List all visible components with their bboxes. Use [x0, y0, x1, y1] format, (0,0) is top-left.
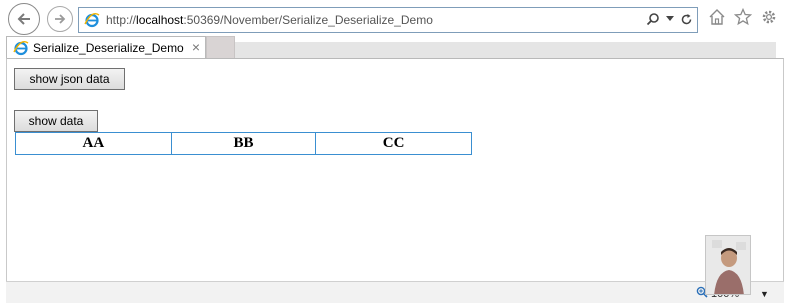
page-viewport: show json data show data AA BB CC — [6, 58, 784, 281]
browser-navbar: http://localhost:50369/November/Serializ… — [0, 0, 788, 36]
url-prefix: http:// — [106, 13, 137, 27]
close-icon[interactable]: × — [192, 40, 200, 54]
url-text[interactable]: http://localhost:50369/November/Serializ… — [106, 13, 433, 27]
forward-arrow-icon — [55, 14, 66, 24]
tab-strip-empty — [235, 42, 776, 58]
ie-logo-icon — [13, 40, 29, 56]
back-button[interactable] — [8, 3, 40, 35]
table-row: AA BB CC — [15, 132, 472, 155]
status-bar: 100% ▼ — [6, 281, 784, 303]
tab-strip: Serialize_Deserialize_Demo × — [0, 36, 788, 59]
tab-title: Serialize_Deserialize_Demo — [33, 41, 184, 55]
url-path: :50369/November/Serialize_Deserialize_De… — [183, 13, 433, 27]
zoom-dropdown-icon[interactable]: ▼ — [760, 289, 769, 299]
back-arrow-icon — [17, 13, 30, 25]
table-cell-bb: BB — [170, 132, 317, 155]
url-host: localhost — [136, 13, 184, 27]
refresh-icon[interactable] — [680, 13, 693, 26]
address-bar[interactable]: http://localhost:50369/November/Serializ… — [78, 7, 698, 33]
search-icon[interactable] — [646, 12, 660, 26]
table-cell-aa: AA — [15, 132, 172, 155]
favorites-star-icon[interactable] — [734, 8, 752, 26]
avatar — [705, 235, 751, 295]
settings-gear-icon[interactable] — [760, 8, 778, 26]
home-icon[interactable] — [708, 8, 726, 26]
ie-logo-icon — [83, 11, 101, 29]
table-cell-cc: CC — [315, 132, 472, 155]
new-tab-button[interactable] — [206, 36, 235, 58]
tab-serialize-demo[interactable]: Serialize_Deserialize_Demo × — [6, 36, 206, 59]
show-json-data-button[interactable]: show json data — [14, 68, 125, 90]
dropdown-caret-icon[interactable] — [666, 16, 674, 22]
data-table: AA BB CC — [15, 132, 472, 155]
forward-button[interactable] — [47, 6, 73, 32]
show-data-button[interactable]: show data — [14, 110, 98, 132]
